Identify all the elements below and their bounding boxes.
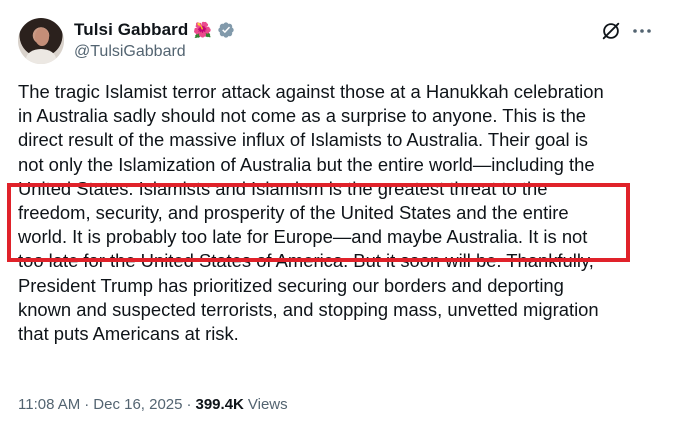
- tweet-date[interactable]: Dec 16, 2025: [93, 396, 182, 413]
- views-label: Views: [247, 396, 288, 413]
- flower-emoji: 🌺: [193, 21, 213, 39]
- grok-icon[interactable]: [600, 20, 622, 42]
- author-name-row: Tulsi Gabbard 🌺: [74, 20, 235, 40]
- avatar-shoulders: [26, 49, 56, 64]
- meta-separator: ·: [186, 396, 192, 413]
- verified-badge-icon[interactable]: [217, 21, 235, 39]
- views-count[interactable]: 399.4K: [196, 396, 244, 413]
- tweet-time[interactable]: 11:08 AM: [18, 396, 80, 413]
- tweet-text: The tragic Islamist terror attack agains…: [18, 81, 604, 345]
- author-handle[interactable]: @TulsiGabbard: [74, 43, 186, 61]
- tweet-meta: 11:08 AM · Dec 16, 2025 · 399.4K Views: [18, 396, 288, 413]
- more-options-icon[interactable]: [630, 20, 654, 42]
- author-avatar[interactable]: [18, 18, 64, 64]
- author-display-name[interactable]: Tulsi Gabbard: [74, 20, 188, 40]
- meta-separator: ·: [84, 396, 90, 413]
- avatar-face: [35, 28, 49, 46]
